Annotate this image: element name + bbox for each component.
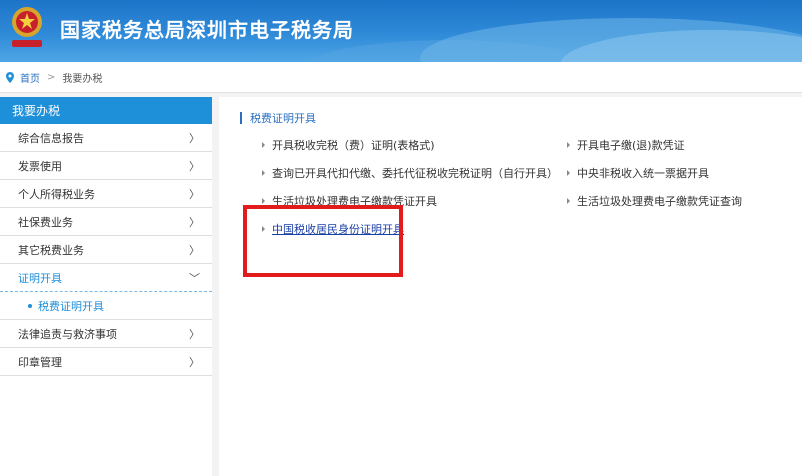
- triangle-bullet-icon: [567, 170, 570, 176]
- link-label: 中央非税收入统一票据开具: [577, 167, 709, 180]
- chevron-right-icon: 〉: [189, 243, 200, 257]
- link-query-withholding-certificate[interactable]: 查询已开具代扣代缴、委托代征税收完税证明（自行开具）: [262, 165, 558, 181]
- sidebar-subitem-tax-certificate[interactable]: 税费证明开具: [0, 292, 212, 320]
- sidebar-item-label: 社保费业务: [18, 215, 73, 229]
- sidebar-item-label: 其它税费业务: [18, 243, 84, 257]
- sidebar-item-invoice-use[interactable]: 发票使用 〉: [0, 152, 212, 180]
- chevron-right-icon: 〉: [189, 131, 200, 145]
- sidebar-subitem-label: 税费证明开具: [38, 299, 104, 313]
- link-label: 生活垃圾处理费电子缴款凭证查询: [577, 195, 742, 208]
- triangle-bullet-icon: [567, 142, 570, 148]
- chevron-right-icon: 〉: [189, 159, 200, 173]
- triangle-bullet-icon: [262, 142, 265, 148]
- site-title: 国家税务总局深圳市电子税务局: [60, 18, 354, 42]
- link-electronic-payment-voucher[interactable]: 开具电子缴(退)款凭证: [567, 137, 685, 153]
- sidebar-item-other-tax[interactable]: 其它税费业务 〉: [0, 236, 212, 264]
- title-accent-bar: [240, 112, 242, 124]
- section-title: 税费证明开具: [240, 110, 316, 126]
- triangle-bullet-icon: [262, 198, 265, 204]
- bullet-dot-icon: [28, 303, 32, 308]
- sidebar: 我要办税 综合信息报告 〉 发票使用 〉 个人所得税业务 〉 社保费业务 〉 其…: [0, 97, 212, 476]
- triangle-bullet-icon: [567, 198, 570, 204]
- link-label: 查询已开具代扣代缴、委托代征税收完税证明（自行开具）: [272, 167, 558, 180]
- header-banner: 国家税务总局深圳市电子税务局: [0, 0, 802, 62]
- link-tax-payment-certificate[interactable]: 开具税收完税（费）证明(表格式): [262, 137, 435, 153]
- breadcrumb-separator: >: [47, 71, 56, 83]
- sidebar-item-social-insurance[interactable]: 社保费业务 〉: [0, 208, 212, 236]
- link-label: 开具税收完税（费）证明(表格式): [272, 139, 435, 152]
- sidebar-item-label: 法律追责与救济事项: [18, 327, 117, 341]
- section-title-text: 税费证明开具: [250, 112, 316, 125]
- sidebar-item-comprehensive-report[interactable]: 综合信息报告 〉: [0, 124, 212, 152]
- link-label: 开具电子缴(退)款凭证: [577, 139, 685, 152]
- sidebar-item-certificate-issuance[interactable]: 证明开具 ﹀: [0, 264, 212, 292]
- breadcrumb: 首页 > 我要办税: [0, 62, 802, 93]
- link-garbage-fee-voucher-query[interactable]: 生活垃圾处理费电子缴款凭证查询: [567, 193, 742, 209]
- chevron-right-icon: 〉: [189, 327, 200, 341]
- tax-emblem-icon: [12, 7, 42, 47]
- highlight-box: [243, 205, 403, 277]
- breadcrumb-current: 我要办税: [62, 73, 103, 85]
- sidebar-item-label: 印章管理: [18, 355, 62, 369]
- main-content: 税费证明开具: [219, 97, 802, 476]
- location-pin-icon: [6, 71, 14, 83]
- sidebar-item-label: 个人所得税业务: [18, 187, 95, 201]
- sidebar-item-label: 发票使用: [18, 159, 62, 173]
- sidebar-item-legal-remedy[interactable]: 法律追责与救济事项 〉: [0, 320, 212, 348]
- chevron-right-icon: 〉: [189, 355, 200, 369]
- link-central-non-tax-receipt[interactable]: 中央非税收入统一票据开具: [567, 165, 709, 181]
- sidebar-item-label: 综合信息报告: [18, 131, 84, 145]
- chevron-right-icon: 〉: [189, 187, 200, 201]
- breadcrumb-home-link[interactable]: 首页: [20, 70, 40, 85]
- sidebar-item-label: 证明开具: [18, 271, 62, 285]
- sidebar-item-individual-income-tax[interactable]: 个人所得税业务 〉: [0, 180, 212, 208]
- chevron-right-icon: 〉: [189, 215, 200, 229]
- triangle-bullet-icon: [262, 170, 265, 176]
- chevron-down-icon: ﹀: [189, 271, 200, 285]
- sidebar-title: 我要办税: [0, 97, 212, 124]
- sidebar-item-seal-management[interactable]: 印章管理 〉: [0, 348, 212, 376]
